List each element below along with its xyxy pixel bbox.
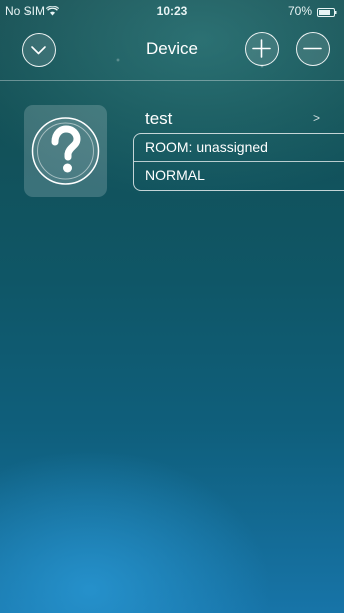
device-thumbnail xyxy=(24,105,107,197)
device-state: NORMAL xyxy=(145,167,205,183)
chevron-right-icon[interactable]: > xyxy=(313,111,320,125)
info-divider xyxy=(134,161,344,162)
plus-icon xyxy=(252,39,271,58)
question-mark-icon xyxy=(31,117,100,185)
device-screen: No SIM 10:23 70% Device test > ROOM: una… xyxy=(0,0,344,613)
remove-device-button[interactable] xyxy=(296,32,330,66)
battery-percentage: 70% xyxy=(287,4,312,18)
navigation-bar: Device xyxy=(0,22,344,81)
device-info-box: ROOM: unassigned NORMAL xyxy=(133,133,344,191)
device-name: test xyxy=(145,109,173,128)
battery-icon xyxy=(317,6,337,17)
status-bar: No SIM 10:23 70% xyxy=(0,0,344,22)
add-device-button[interactable] xyxy=(245,32,279,66)
page-title: Device xyxy=(146,39,198,58)
minus-icon xyxy=(303,47,322,50)
device-room: ROOM: unassigned xyxy=(145,139,268,155)
device-list-item[interactable]: test > ROOM: unassigned NORMAL xyxy=(0,100,344,200)
